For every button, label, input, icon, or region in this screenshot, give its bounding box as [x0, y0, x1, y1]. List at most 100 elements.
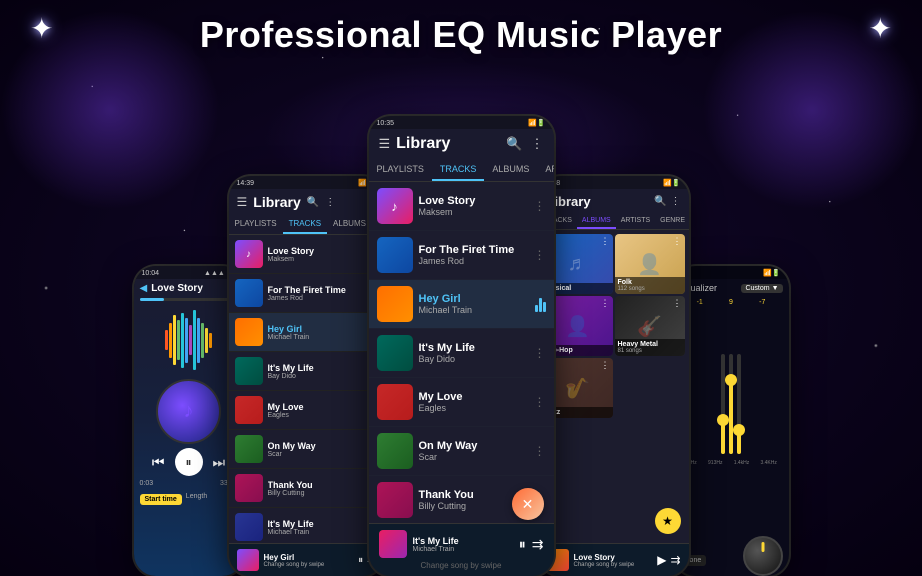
- tab-artists[interactable]: ARTISTS: [537, 159, 553, 181]
- search-icon[interactable]: 🔍: [506, 136, 522, 152]
- more-icon[interactable]: ⋮: [531, 136, 544, 152]
- list-item[interactable]: ♪ Love Story Maksem ⋮: [369, 182, 554, 231]
- phone-3-center: 10:35 📶🔋 ☰ Library 🔍 ⋮ PLAYLISTS TRACKS …: [369, 116, 554, 576]
- list-item[interactable]: It's My Life Michael Train ⋮: [229, 508, 384, 547]
- phone-1-prev-button[interactable]: ⏮: [152, 454, 165, 471]
- list-item[interactable]: Thank You Billy Cutting ⋮: [229, 469, 384, 508]
- list-item[interactable]: On My Way Scar ⋮: [369, 427, 554, 476]
- list-item-active[interactable]: Hey Girl Michael Train: [229, 313, 384, 352]
- more-icon[interactable]: ⋮: [671, 196, 681, 207]
- phone-3-screen: 10:35 📶🔋 ☰ Library 🔍 ⋮ PLAYLISTS TRACKS …: [369, 116, 554, 576]
- pause-icon: ⏸: [185, 455, 191, 470]
- freq-label-3: 1.4kHz: [734, 460, 750, 466]
- more-options-icon[interactable]: ⋮: [673, 298, 682, 309]
- album-item-folk[interactable]: 👤 Folk 112 songs ⋮: [615, 234, 685, 294]
- phone-3-fab[interactable]: ✕: [512, 488, 544, 520]
- phone-5-content: Equalizer Custom ▼ -1 9 -7: [674, 279, 789, 576]
- more-options-icon[interactable]: ⋮: [534, 346, 546, 360]
- phone-1-time: 10:04: [142, 270, 160, 277]
- phone-3-status-bar: 10:35 📶🔋: [369, 116, 554, 129]
- list-item[interactable]: It's My Life Bay Dido ⋮: [229, 352, 384, 391]
- album-count: 112 songs: [618, 286, 682, 292]
- hamburger-icon[interactable]: ☰: [379, 136, 391, 152]
- slider-knob[interactable]: [717, 414, 729, 426]
- more-options-icon[interactable]: ⋮: [601, 298, 610, 309]
- more-options-icon[interactable]: ⋮: [534, 395, 546, 409]
- list-item[interactable]: My Love Eagles ⋮: [369, 378, 554, 427]
- music-note-icon: ♪: [184, 400, 194, 423]
- eq-slider-3[interactable]: [737, 354, 741, 454]
- phone-1-start-time-btn[interactable]: Start time: [140, 494, 182, 505]
- phone-3-time: 10:35: [377, 120, 395, 127]
- tab-playlists[interactable]: PLAYLISTS: [229, 215, 283, 234]
- slider-knob[interactable]: [733, 424, 745, 436]
- phone-4-fab[interactable]: ★: [655, 508, 681, 534]
- wave-bar: [209, 333, 212, 348]
- mini-next-icon[interactable]: ⇉: [532, 536, 544, 553]
- list-item-active[interactable]: Hey Girl Michael Train: [369, 280, 554, 329]
- track-artist: Maksem: [419, 207, 528, 217]
- track-artist: Michael Train: [268, 334, 365, 341]
- tab-albums[interactable]: ALBUMS: [327, 215, 372, 234]
- phone-3-title: Library: [396, 135, 500, 153]
- more-options-icon[interactable]: ⋮: [673, 236, 682, 247]
- search-icon[interactable]: 🔍: [654, 196, 666, 207]
- more-options-icon[interactable]: ⋮: [534, 444, 546, 458]
- track-title: Love Story: [268, 246, 363, 256]
- tab-tracks[interactable]: TRACKS: [283, 215, 327, 234]
- track-info: Love Story Maksem: [268, 246, 363, 263]
- track-title: Hey Girl: [268, 324, 365, 334]
- list-item[interactable]: ♪ Love Story Maksem ⋮: [229, 235, 384, 274]
- tab-genre[interactable]: GENRE: [655, 214, 688, 229]
- track-artist: Maksem: [268, 256, 363, 263]
- person-icon: 👤: [637, 252, 662, 277]
- phone-5-eq-header: Equalizer Custom ▼: [680, 283, 783, 293]
- music-icon: 🎷: [565, 376, 590, 401]
- eq-slider-2[interactable]: [729, 354, 733, 454]
- phone-5-preset-select[interactable]: Custom ▼: [741, 284, 782, 293]
- list-item[interactable]: For The Firet Time James Rod ⋮: [229, 274, 384, 313]
- phone-1-progress-bar[interactable]: [140, 298, 238, 301]
- virtualizer-knob[interactable]: [743, 536, 783, 576]
- phone-5-freq-labels: 31Hz 913Hz 1.4kHz 3.4KHz: [680, 460, 783, 466]
- star-icon: ★: [662, 514, 673, 528]
- more-options-icon[interactable]: ⋮: [601, 360, 610, 371]
- track-thumb: [377, 433, 413, 469]
- phone-1-status-bar: 10:04 ▲▲▲ 🔋: [134, 266, 244, 279]
- list-item[interactable]: On My Way Scar ⋮: [229, 430, 384, 469]
- wave-bar: [189, 325, 192, 355]
- track-thumb: [377, 237, 413, 273]
- mini-play-icon[interactable]: ▶: [657, 553, 666, 567]
- tab-albums[interactable]: ALBUMS: [484, 159, 537, 181]
- search-icon[interactable]: 🔍: [307, 197, 319, 208]
- track-info: It's My Life Bay Dido: [419, 342, 528, 364]
- tab-albums[interactable]: ALBUMS: [577, 214, 616, 229]
- phone-1-play-button[interactable]: ⏸: [175, 448, 203, 476]
- more-icon[interactable]: ⋮: [325, 197, 335, 208]
- tab-artists[interactable]: ARTISTS: [616, 214, 655, 229]
- list-item[interactable]: For The Firet Time James Rod ⋮: [369, 231, 554, 280]
- wave-bar: [185, 318, 188, 363]
- mini-controls: ▶ ⇉: [657, 553, 680, 567]
- list-item[interactable]: It's My Life Bay Dido ⋮: [369, 329, 554, 378]
- hamburger-icon[interactable]: ☰: [237, 195, 248, 209]
- more-options-icon[interactable]: ⋮: [601, 236, 610, 247]
- track-info: My Love Eagles: [268, 402, 363, 419]
- eq-slider-1[interactable]: [721, 354, 725, 454]
- phone-1-back-bar: ◀ Love Story: [140, 283, 238, 294]
- mini-next-icon[interactable]: ⇉: [670, 553, 680, 567]
- phone-1-next-button[interactable]: ⏭: [213, 454, 226, 471]
- close-icon: ✕: [522, 496, 534, 513]
- more-options-icon[interactable]: ⋮: [534, 248, 546, 262]
- more-options-icon[interactable]: ⋮: [534, 199, 546, 213]
- mini-pause-icon[interactable]: ⏸: [358, 555, 363, 566]
- mini-pause-icon[interactable]: ⏸: [519, 536, 526, 553]
- tab-tracks[interactable]: TRACKS: [432, 159, 485, 181]
- phones-container: 10:04 ▲▲▲ 🔋 ◀ Love Story: [0, 72, 922, 576]
- tab-playlists[interactable]: PLAYLISTS: [369, 159, 432, 181]
- slider-knob[interactable]: [725, 374, 737, 386]
- track-thumb: [235, 396, 263, 424]
- list-item[interactable]: My Love Eagles ⋮: [229, 391, 384, 430]
- back-icon[interactable]: ◀: [140, 283, 148, 294]
- album-item-heavymetal[interactable]: 🎸 Heavy Metal 81 songs ⋮: [615, 296, 685, 356]
